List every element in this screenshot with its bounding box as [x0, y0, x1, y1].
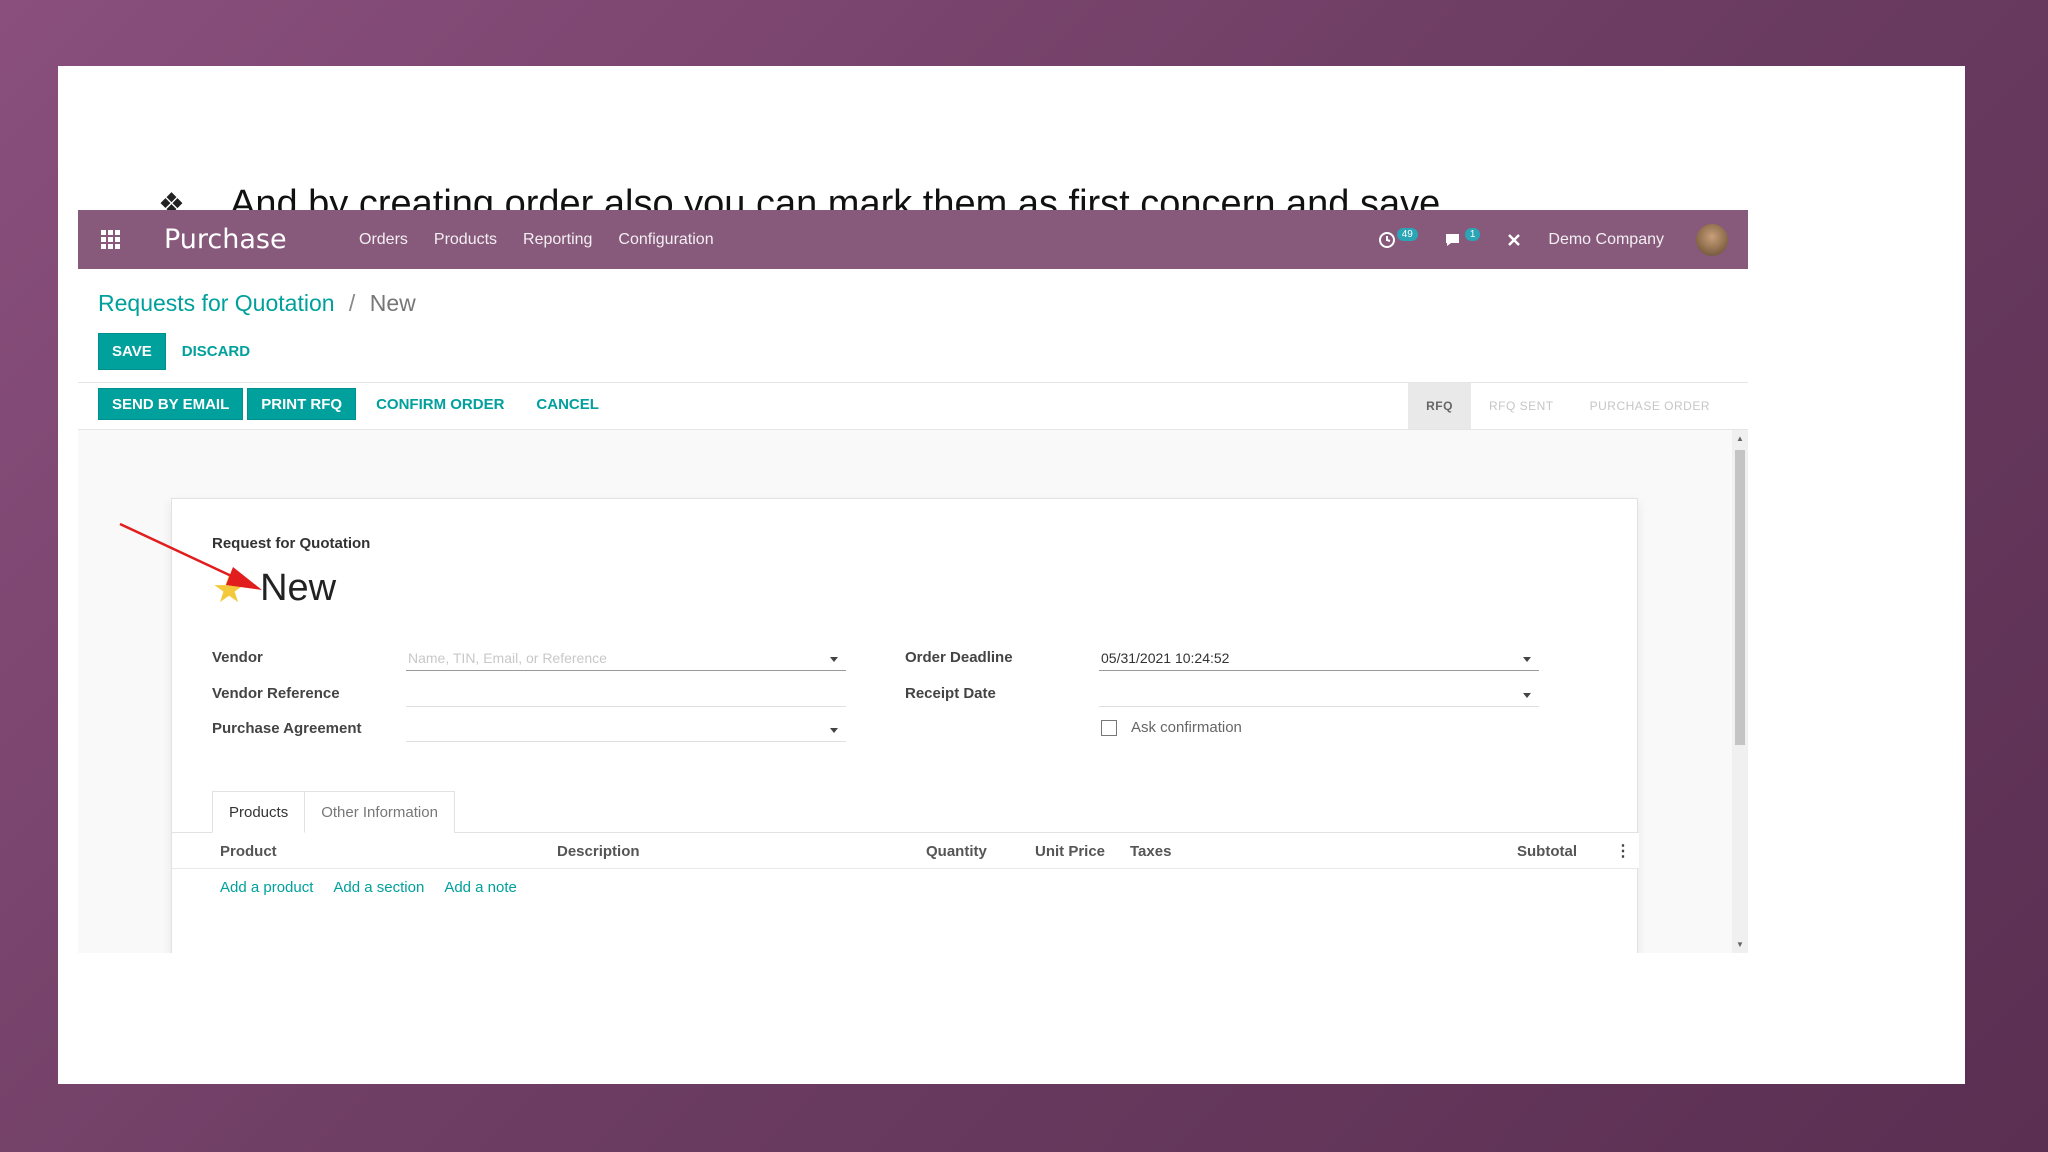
menu-configuration[interactable]: Configuration — [618, 231, 713, 249]
priority-star-icon[interactable]: ★ — [212, 570, 246, 608]
vendor-field[interactable]: Name, TIN, Email, or Reference — [406, 645, 846, 671]
vendor-label: Vendor — [212, 649, 263, 666]
receipt-date-dropdown-icon[interactable] — [1523, 693, 1531, 698]
order-deadline-field[interactable]: 05/31/2021 10:24:52 — [1099, 645, 1539, 671]
vendor-reference-label: Vendor Reference — [212, 685, 340, 702]
user-avatar[interactable] — [1696, 223, 1728, 256]
breadcrumb-separator: / — [348, 290, 356, 316]
col-product[interactable]: Product — [220, 843, 277, 860]
ask-confirmation-row: Ask confirmation — [1101, 719, 1242, 736]
top-navbar: Purchase Orders Products Reporting Confi… — [78, 210, 1748, 269]
tab-other-information[interactable]: Other Information — [305, 791, 455, 833]
stage-rfq[interactable]: RFQ — [1408, 383, 1471, 429]
purchase-agreement-label: Purchase Agreement — [212, 720, 362, 737]
col-subtotal[interactable]: Subtotal — [1517, 843, 1577, 860]
breadcrumb: Requests for Quotation / New — [98, 290, 416, 317]
receipt-date-field[interactable] — [1099, 681, 1539, 707]
scroll-up-icon[interactable]: ▲ — [1736, 434, 1744, 443]
systray: 49 1 Demo Company — [1378, 210, 1728, 269]
add-product-link[interactable]: Add a product — [220, 879, 313, 896]
messages-badge: 1 — [1464, 228, 1481, 241]
odoo-app-screenshot: Purchase Orders Products Reporting Confi… — [78, 210, 1748, 953]
col-description[interactable]: Description — [557, 843, 640, 860]
activity-badge: 49 — [1396, 228, 1418, 241]
vendor-reference-field[interactable] — [406, 681, 846, 707]
form-sheet: Request for Quotation ★ New Vendor Name,… — [171, 498, 1639, 953]
col-quantity[interactable]: Quantity — [926, 843, 987, 860]
confirm-order-button[interactable]: CONFIRM ORDER — [360, 388, 520, 420]
activity-clock-icon[interactable]: 49 — [1378, 228, 1418, 249]
breadcrumb-current: New — [369, 290, 416, 316]
scrollbar-thumb[interactable] — [1735, 450, 1745, 745]
main-menu: Orders Products Reporting Configuration — [359, 231, 740, 249]
cancel-button[interactable]: CANCEL — [520, 388, 615, 420]
action-buttons: SEND BY EMAIL PRINT RFQ CONFIRM ORDER CA… — [98, 388, 615, 420]
form-save-controls: SAVE DISCARD — [98, 333, 266, 370]
add-line-links: Add a product Add a section Add a note — [220, 879, 537, 896]
receipt-date-label: Receipt Date — [905, 685, 996, 702]
notebook-tabs: Products Other Information — [212, 791, 455, 833]
vendor-dropdown-icon[interactable] — [830, 657, 838, 662]
menu-products[interactable]: Products — [434, 231, 497, 249]
status-stages: RFQ RFQ SENT PURCHASE ORDER — [1408, 383, 1728, 429]
col-unit-price[interactable]: Unit Price — [1035, 843, 1105, 860]
order-lines-header: Product Description Quantity Unit Price … — [172, 833, 1639, 869]
stage-rfq-sent[interactable]: RFQ SENT — [1471, 383, 1572, 429]
optional-columns-icon[interactable]: ⋮ — [1615, 841, 1631, 861]
order-deadline-label: Order Deadline — [905, 649, 1013, 666]
company-switcher[interactable]: Demo Company — [1548, 231, 1664, 249]
send-by-email-button[interactable]: SEND BY EMAIL — [98, 388, 244, 420]
scroll-down-icon[interactable]: ▼ — [1736, 940, 1744, 949]
debug-tools-icon[interactable] — [1506, 232, 1522, 248]
purchase-agreement-dropdown-icon[interactable] — [830, 728, 838, 733]
form-statusbar: SEND BY EMAIL PRINT RFQ CONFIRM ORDER CA… — [78, 382, 1748, 430]
save-button[interactable]: SAVE — [98, 333, 166, 370]
stage-purchase-order[interactable]: PURCHASE ORDER — [1572, 383, 1728, 429]
apps-menu-icon[interactable] — [78, 230, 142, 249]
menu-reporting[interactable]: Reporting — [523, 231, 592, 249]
tab-products[interactable]: Products — [212, 791, 306, 833]
purchase-agreement-field[interactable] — [406, 716, 846, 742]
print-rfq-button[interactable]: PRINT RFQ — [247, 388, 357, 420]
ask-confirmation-checkbox[interactable] — [1101, 719, 1117, 736]
breadcrumb-link-rfq[interactable]: Requests for Quotation — [98, 290, 335, 316]
vertical-scrollbar[interactable]: ▲ ▼ — [1732, 430, 1748, 953]
discard-button[interactable]: DISCARD — [166, 333, 266, 370]
order-deadline-dropdown-icon[interactable] — [1523, 657, 1531, 662]
menu-orders[interactable]: Orders — [359, 231, 408, 249]
add-section-link[interactable]: Add a section — [333, 879, 424, 896]
document-type-label: Request for Quotation — [212, 535, 371, 552]
ask-confirmation-label: Ask confirmation — [1131, 719, 1242, 736]
messages-chat-icon[interactable]: 1 — [1444, 228, 1481, 249]
title-row: ★ New — [212, 567, 336, 610]
app-name: Purchase — [164, 224, 287, 255]
document-title: New — [260, 567, 337, 609]
add-note-link[interactable]: Add a note — [444, 879, 517, 896]
col-taxes[interactable]: Taxes — [1130, 843, 1171, 860]
